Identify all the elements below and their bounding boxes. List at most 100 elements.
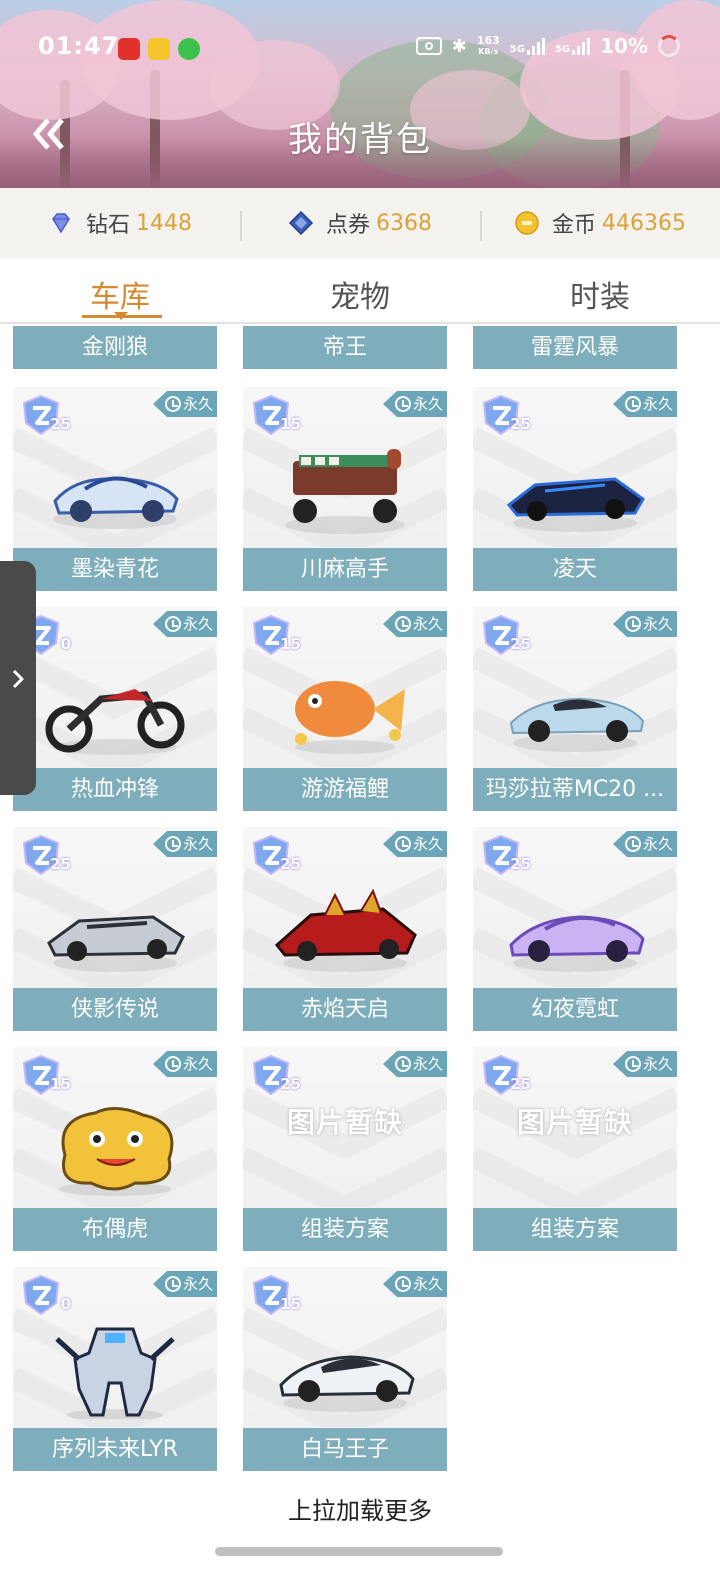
item-card[interactable]: 25 永久 幻夜霓虹: [473, 827, 677, 1031]
item-image: [279, 1355, 415, 1412]
currency-label: 钻石: [85, 213, 130, 238]
level-badge: 25: [479, 1053, 531, 1097]
tab-label: 车库: [90, 280, 150, 315]
level-value: 15: [280, 635, 301, 653]
net-speed-value: 163: [476, 34, 500, 47]
load-more-hint: 上拉加载更多: [288, 1497, 432, 1525]
item-image: [45, 689, 185, 755]
level-badge: 25: [249, 1053, 301, 1097]
item-name-label[interactable]: 雷霆风暴: [473, 326, 677, 369]
tab-pets[interactable]: 宠物: [240, 258, 480, 322]
permanent-label: 永久: [412, 1275, 443, 1293]
permanent-tag: 永久: [382, 831, 447, 857]
item-image: [295, 681, 405, 754]
permanent-label: 永久: [642, 615, 673, 633]
net-speed-unit: KB/s: [478, 47, 499, 56]
currency-value: 1448: [136, 210, 192, 236]
item-name-label[interactable]: 金刚狼: [13, 326, 217, 369]
item-card[interactable]: 15 永久 川麻高手: [243, 387, 447, 591]
tab-garage[interactable]: 车库: [0, 258, 240, 322]
clock-icon: [624, 836, 641, 852]
level-badge: 15: [249, 393, 301, 437]
clock-icon: [164, 1056, 181, 1072]
item-name-label: 赤焰天启: [243, 988, 447, 1031]
currency-bar: 钻石 1448 点券 6368 金币 446365: [0, 188, 720, 258]
clock-icon: [394, 836, 411, 852]
signal-2-label: 5G: [554, 44, 571, 55]
camera-icon: [415, 37, 442, 55]
item-name-label: 热血冲锋: [13, 768, 217, 811]
item-card[interactable]: 25 永久 图片暂缺 组装方案: [243, 1047, 447, 1251]
signal-1: 5G: [510, 37, 545, 55]
clock-icon: [394, 1056, 411, 1072]
item-name-label: 组装方案: [473, 1208, 677, 1251]
clock-icon: [394, 396, 411, 412]
item-name-label: 游游福鲤: [243, 768, 447, 811]
item-image: [55, 1327, 175, 1419]
clock-icon: [624, 396, 641, 412]
level-value: 25: [510, 415, 531, 433]
item-card[interactable]: 15 永久 白马王子: [243, 1267, 447, 1471]
tab-active-caret-icon: [114, 312, 128, 320]
permanent-tag: 永久: [382, 1051, 447, 1077]
permanent-tag: 永久: [612, 831, 677, 857]
level-badge: 0: [19, 1273, 71, 1317]
level-badge: 25: [19, 833, 71, 877]
bluetooth-icon: ✱: [451, 35, 467, 57]
item-card[interactable]: 15 永久 游游福鲤: [243, 607, 447, 811]
permanent-tag: 永久: [612, 611, 677, 637]
clock-icon: [164, 616, 181, 632]
item-card[interactable]: 0 永久 序列未来LYR: [13, 1267, 217, 1471]
tab-label: 时装: [570, 280, 630, 315]
permanent-label: 永久: [642, 835, 673, 853]
level-badge: 15: [249, 1273, 301, 1317]
item-name-label: 侠影传说: [13, 988, 217, 1031]
item-image: [274, 888, 417, 972]
item-card[interactable]: 25 永久 玛莎拉蒂MC20 ...: [473, 607, 677, 811]
permanent-label: 永久: [642, 1055, 673, 1073]
permanent-tag: 永久: [152, 611, 217, 637]
tab-label: 宠物: [330, 280, 390, 315]
header-banner: 01:47 ✱ 163 KB/s 5G 5G 10% 我的背包: [0, 0, 720, 188]
clock-icon: [164, 1276, 181, 1292]
coin-icon: [515, 211, 539, 235]
level-value: 15: [50, 1075, 71, 1093]
item-card[interactable]: 25 永久 赤焰天启: [243, 827, 447, 1031]
currency-diamond: 钻石 1448: [0, 207, 240, 239]
clock-icon: [624, 616, 641, 632]
image-unavailable-text: 图片暂缺: [286, 1106, 403, 1139]
item-card[interactable]: 25 永久 墨染青花: [13, 387, 217, 591]
level-value: 25: [280, 855, 301, 873]
permanent-tag: 永久: [152, 1051, 217, 1077]
item-card[interactable]: 15 永久 布偶虎: [13, 1047, 217, 1251]
level-badge: 25: [249, 833, 301, 877]
side-drawer-handle[interactable]: [0, 561, 36, 795]
level-value: 15: [280, 415, 301, 433]
currency-value: 446365: [602, 210, 686, 236]
item-image: [509, 915, 645, 972]
item-card[interactable]: 25 永久 凌天: [473, 387, 677, 591]
permanent-tag: 永久: [382, 1271, 447, 1297]
item-name-label: 墨染青花: [13, 548, 217, 591]
item-name-label: 川麻高手: [243, 548, 447, 591]
battery-percent: 10%: [600, 34, 648, 58]
permanent-label: 永久: [182, 395, 213, 413]
permanent-label: 永久: [412, 1055, 443, 1073]
tab-fashion[interactable]: 时装: [480, 258, 720, 322]
level-badge-icon: [22, 1274, 60, 1316]
signal-2: 5G: [554, 37, 591, 55]
home-indicator: [215, 1547, 503, 1556]
item-image: [59, 1107, 174, 1196]
permanent-label: 永久: [642, 395, 673, 413]
clock-icon: [394, 1276, 411, 1292]
item-name-label[interactable]: 帝王: [243, 326, 447, 369]
status-bar: 01:47 ✱ 163 KB/s 5G 5G 10%: [0, 28, 720, 68]
page-title: 我的背包: [288, 120, 432, 160]
level-value: 25: [50, 415, 71, 433]
permanent-label: 永久: [412, 835, 443, 853]
permanent-tag: 永久: [152, 1271, 217, 1297]
item-card[interactable]: 0 永久 热血冲锋: [13, 607, 217, 811]
item-card[interactable]: 25 永久 侠影传说: [13, 827, 217, 1031]
permanent-label: 永久: [182, 1275, 213, 1293]
item-card[interactable]: 25 永久 图片暂缺 组装方案: [473, 1047, 677, 1251]
